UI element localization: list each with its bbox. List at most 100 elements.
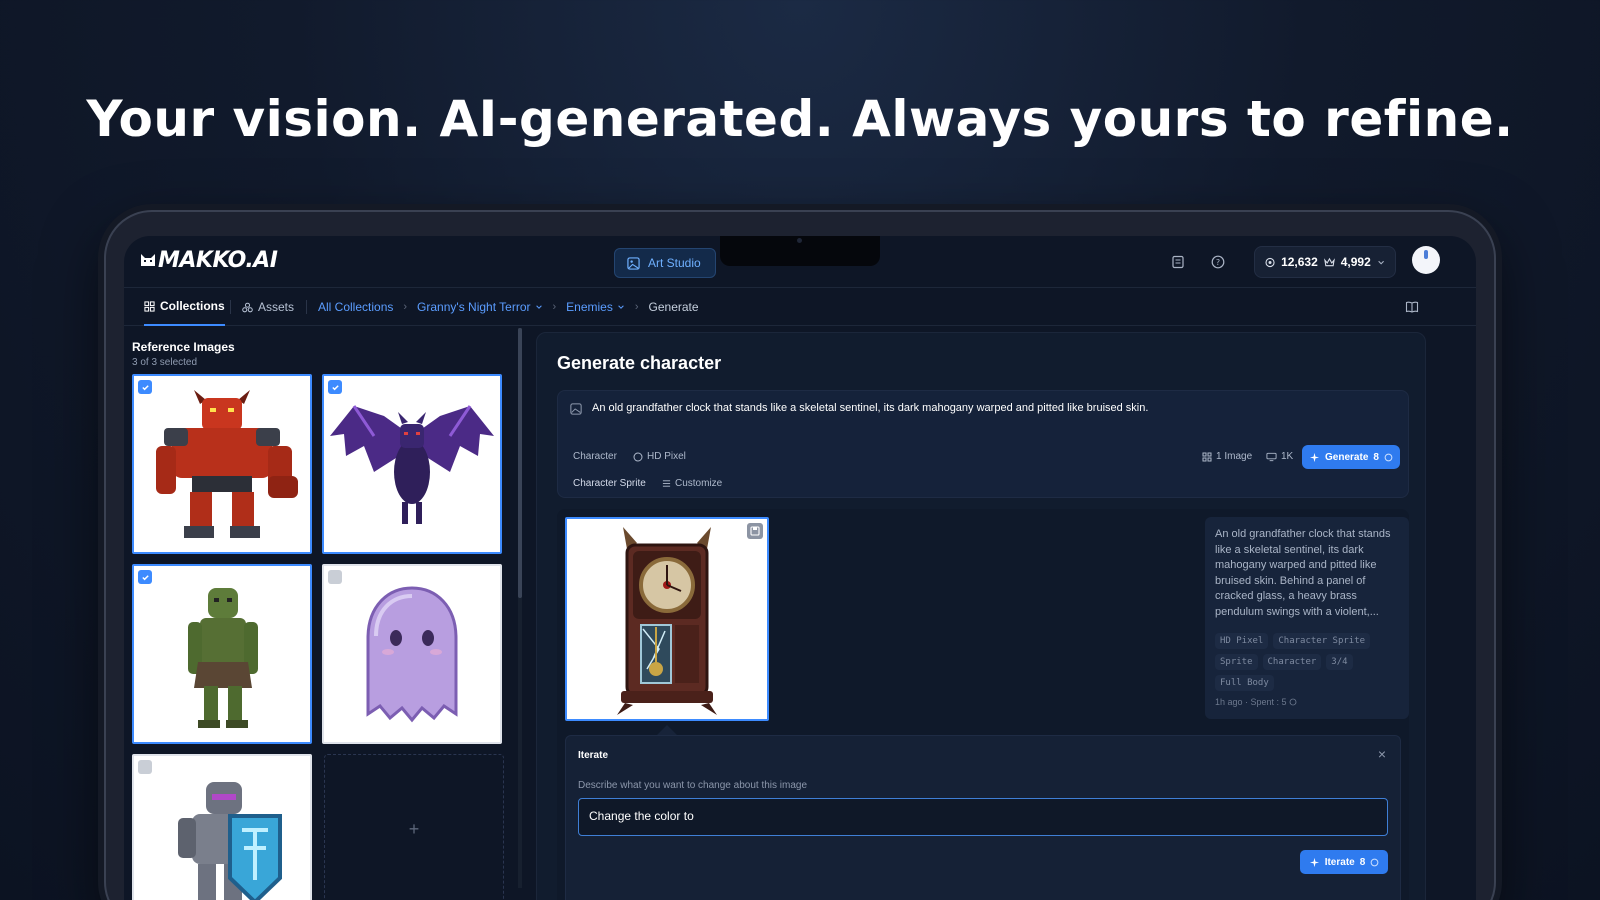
reference-title: Reference Images [132, 340, 235, 354]
save-image-icon[interactable] [747, 523, 763, 539]
image-icon [627, 256, 640, 270]
app-screen: MAKKO.AI Art Studio ? 12,632 4,992 Colle… [124, 236, 1476, 900]
tab-collections-label: Collections [160, 299, 225, 313]
breadcrumb: All Collections › Granny's Night Terror … [318, 288, 699, 326]
palette-icon [633, 451, 643, 462]
prompt-card: An old grandfather clock that stands lik… [557, 390, 1409, 498]
customize-label: Customize [675, 478, 723, 489]
iterate-button-label: Iterate [1324, 856, 1355, 868]
checkbox-checked[interactable] [138, 570, 152, 584]
monitor-icon [1266, 452, 1277, 461]
art-studio-button[interactable]: Art Studio [614, 248, 716, 278]
tab-collections[interactable]: Collections [144, 288, 225, 326]
chevron-down-icon [1378, 260, 1384, 264]
chip-character[interactable]: Character [573, 451, 617, 462]
credits-b-value: 4,992 [1340, 255, 1371, 269]
help-icon[interactable]: ? [1208, 252, 1228, 272]
tab-assets-label: Assets [258, 300, 295, 314]
checkbox-checked[interactable] [138, 380, 152, 394]
nav-divider [306, 300, 307, 314]
generated-image[interactable] [565, 517, 769, 721]
generate-button-label: Generate [1325, 451, 1369, 463]
armored-knight-sprite [178, 782, 282, 900]
reference-image-red-demon[interactable] [132, 374, 312, 554]
svg-text:?: ? [1216, 258, 1220, 267]
iterate-cost: 8 [1359, 856, 1366, 868]
breadcrumb-collection[interactable]: Granny's Night Terror [417, 300, 542, 314]
user-avatar[interactable] [1412, 246, 1440, 274]
chip-hd-pixel[interactable]: HD Pixel [633, 451, 686, 462]
reference-panel: Reference Images 3 of 3 selected + [124, 326, 522, 900]
image-details-card: An old grandfather clock that stands lik… [1205, 517, 1409, 719]
red-demon-sprite [156, 390, 298, 538]
close-icon[interactable]: × [1378, 746, 1386, 762]
reference-image-green-zombie[interactable] [132, 564, 312, 744]
checkbox-unchecked[interactable] [328, 570, 342, 584]
chevron-down-icon [535, 305, 542, 309]
chip-character-sprite[interactable]: Character Sprite [573, 478, 646, 489]
breadcrumb-separator-icon: › [403, 301, 408, 313]
tag: Character [1262, 654, 1322, 670]
customize-button[interactable]: Customize [662, 478, 722, 489]
collections-icon [144, 300, 155, 312]
app-logo[interactable]: MAKKO.AI [140, 248, 278, 273]
docs-book-icon[interactable] [1402, 297, 1422, 317]
image-count-selector[interactable]: 1 Image [1202, 451, 1252, 462]
credits-a-value: 12,632 [1281, 255, 1318, 269]
tag: Sprite [1215, 654, 1258, 670]
tag: HD Pixel [1215, 633, 1269, 649]
generate-button[interactable]: Generate 8 [1302, 445, 1400, 469]
purple-ghost-sprite [366, 586, 458, 723]
iterate-field-label: Describe what you want to change about t… [578, 780, 808, 791]
chip-character-sprite-label: Character Sprite [573, 478, 646, 489]
breadcrumb-separator-icon: › [552, 301, 557, 313]
breadcrumb-collection-label: Granny's Night Terror [417, 300, 531, 314]
chevron-down-icon [618, 305, 624, 309]
image-meta-text: 1h ago · Spent : 5 [1215, 697, 1287, 707]
breadcrumb-enemies[interactable]: Enemies [566, 300, 625, 314]
logo-text: MAKKO.AI [158, 248, 278, 273]
book-icon[interactable] [1168, 252, 1188, 272]
prompt-image-icon [570, 403, 582, 415]
image-meta: 1h ago · Spent : 5 [1215, 697, 1297, 707]
generate-cost: 8 [1373, 451, 1379, 463]
breadcrumb-enemies-label: Enemies [566, 300, 613, 314]
result-card: An old grandfather clock that stands lik… [557, 509, 1409, 900]
camera-notch [720, 236, 880, 266]
tag-list: HD Pixel Character Sprite Sprite Charact… [1215, 633, 1405, 691]
breadcrumb-separator-icon: › [634, 301, 639, 313]
prompt-text[interactable]: An old grandfather clock that stands lik… [592, 402, 1392, 414]
logo-cat-icon [141, 254, 155, 266]
tag: Character Sprite [1273, 633, 1371, 649]
grid-icon [1202, 452, 1212, 461]
chip-hd-pixel-label: HD Pixel [647, 451, 686, 462]
coin-icon [1265, 257, 1275, 267]
reference-image-armored-knight[interactable] [132, 754, 312, 900]
chip-character-label: Character [573, 451, 617, 462]
sparkle-icon [1309, 857, 1319, 867]
coin-icon [1384, 453, 1393, 461]
grandfather-clock-sprite [617, 527, 717, 715]
crown-icon [1323, 257, 1335, 266]
tag: 3/4 [1326, 654, 1353, 670]
tag: Full Body [1215, 675, 1274, 691]
reference-image-purple-ghost[interactable] [322, 564, 502, 744]
purple-bat-sprite [330, 405, 494, 524]
nav-divider [230, 300, 231, 314]
resolution-selector[interactable]: 1K [1266, 451, 1293, 462]
breadcrumb-all-collections[interactable]: All Collections [318, 300, 393, 314]
headline: Your vision. AI-generated. Always yours … [86, 90, 1514, 148]
image-description: An old grandfather clock that stands lik… [1215, 528, 1391, 618]
add-reference-button[interactable]: + [324, 754, 504, 900]
tab-assets[interactable]: Assets [242, 288, 294, 326]
breadcrumb-current: Generate [648, 300, 699, 314]
reference-subtitle: 3 of 3 selected [132, 357, 198, 368]
coin-icon [1370, 858, 1379, 866]
iterate-button[interactable]: Iterate 8 [1300, 850, 1388, 874]
checkbox-unchecked[interactable] [138, 760, 152, 774]
checkbox-checked[interactable] [328, 380, 342, 394]
reference-image-purple-bat[interactable] [322, 374, 502, 554]
iterate-input[interactable]: Change the color to [578, 798, 1388, 836]
credits-dropdown[interactable]: 12,632 4,992 [1254, 246, 1396, 278]
scrollbar-thumb[interactable] [518, 328, 522, 598]
